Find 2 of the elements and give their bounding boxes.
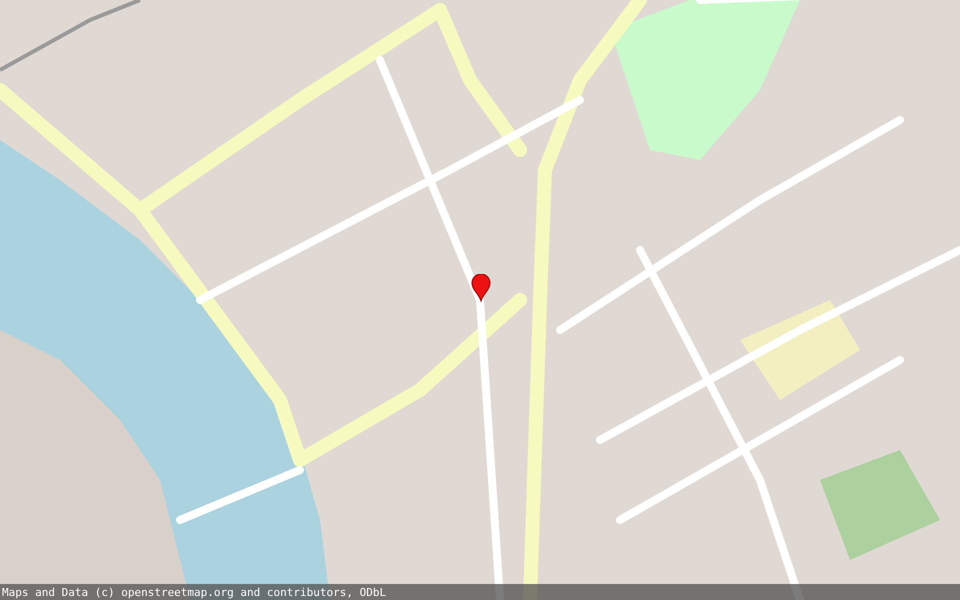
attribution-text: Maps and Data (c) openstreetmap.org and contributors, ODbL [1,586,386,598]
map-marker-icon[interactable] [471,274,491,302]
